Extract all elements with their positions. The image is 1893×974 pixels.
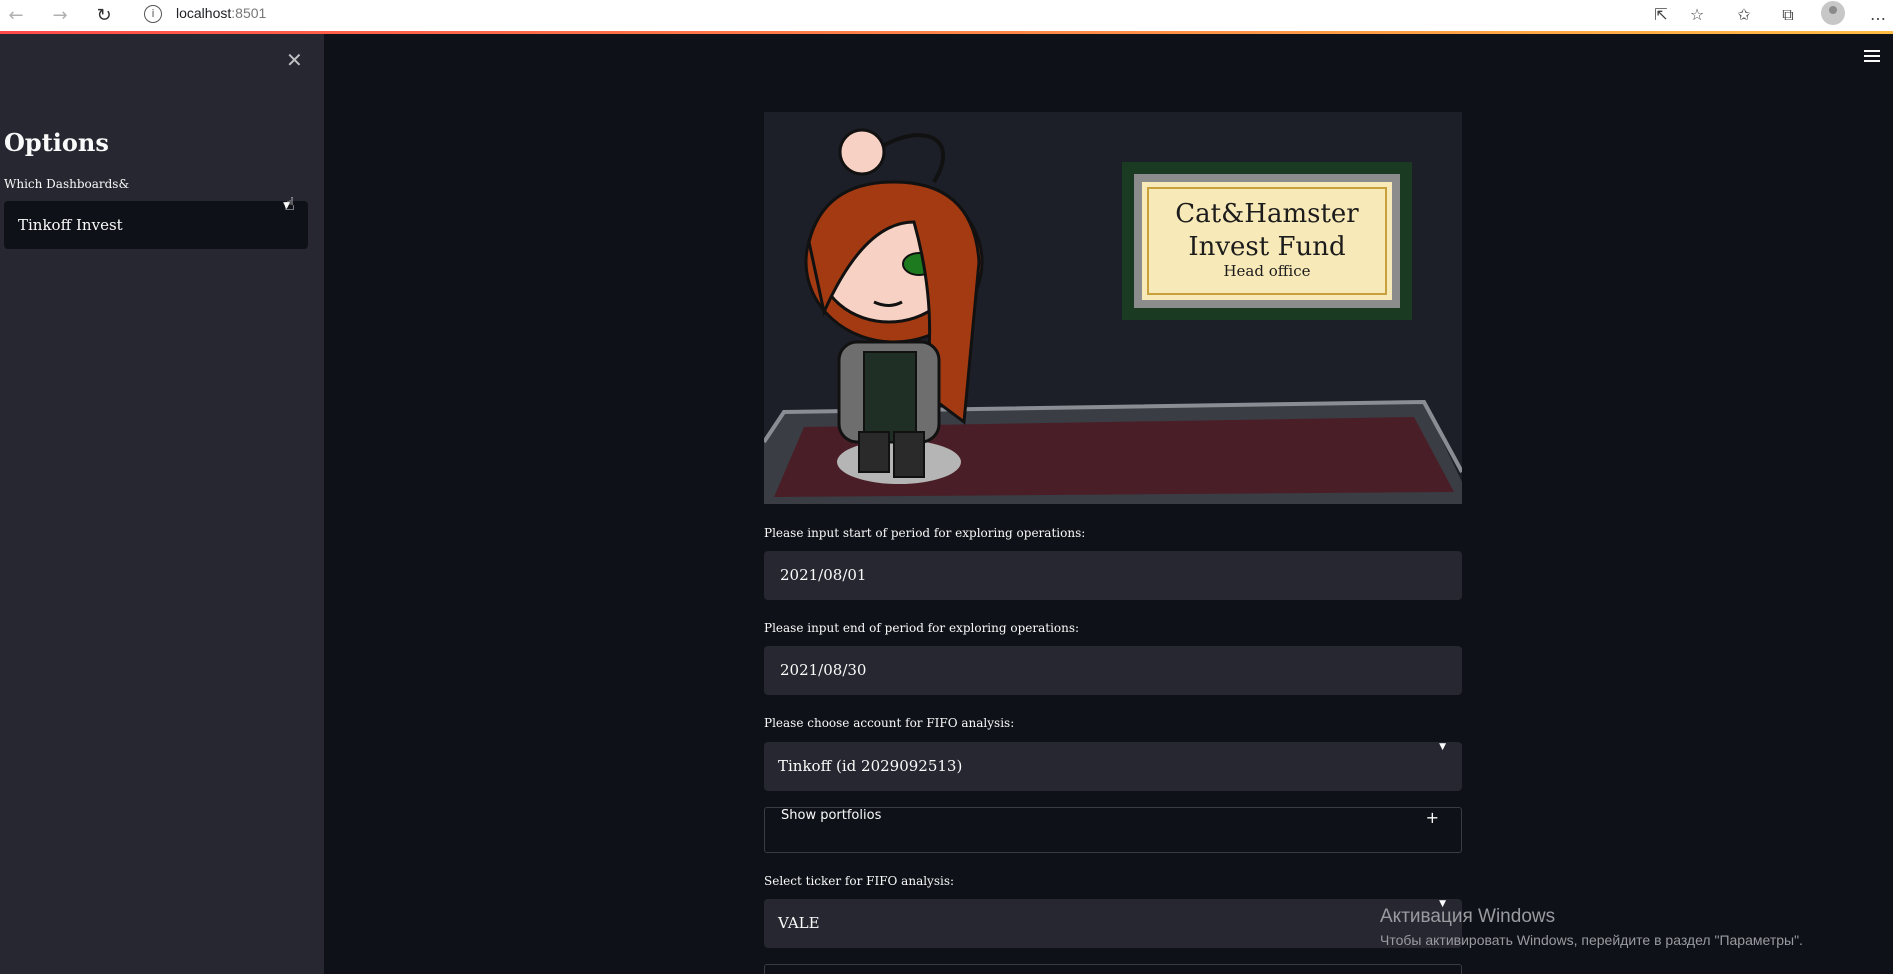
start-date-input[interactable]: 2021/08/01 (764, 551, 1462, 600)
sign-line-1: Cat&Hamster (1175, 199, 1359, 229)
show-portfolios-label: Show portfolios (781, 808, 882, 823)
url-port: :8501 (231, 5, 267, 21)
add-favorite-icon[interactable]: ☆ (1686, 4, 1708, 26)
banner-image: Cat&Hamster Invest Fund Head office (764, 112, 1462, 504)
hamburger-menu-icon[interactable] (1864, 50, 1880, 64)
url-host: localhost (176, 5, 232, 21)
start-date-value: 2021/08/01 (780, 566, 867, 584)
sign-line-3: Head office (1223, 262, 1310, 280)
end-date-value: 2021/08/30 (780, 661, 867, 679)
dashboards-select[interactable]: Tinkoff Invest ▼ (4, 201, 308, 249)
start-date-label: Please input start of period for explori… (764, 526, 1086, 540)
info-icon[interactable]: i (144, 5, 162, 23)
address-bar[interactable]: localhost:8501 (176, 3, 266, 23)
share-icon[interactable]: ⇱ (1650, 4, 1672, 26)
banner-illustration: Cat&Hamster Invest Fund Head office (764, 112, 1462, 504)
end-date-input[interactable]: 2021/08/30 (764, 646, 1462, 695)
next-expander-partial[interactable] (764, 964, 1462, 974)
more-icon[interactable]: … (1867, 4, 1889, 26)
plus-icon: + (1425, 808, 1439, 827)
dashboards-label: Which Dashboards& (4, 177, 130, 191)
favorites-icon[interactable]: ✩ (1733, 4, 1755, 26)
end-date-label: Please input end of period for exploring… (764, 621, 1080, 635)
show-portfolios-expander[interactable]: Show portfolios + (764, 807, 1462, 853)
account-select[interactable]: Tinkoff (id 2029092513) ▼ (764, 742, 1462, 791)
collections-icon[interactable]: ⧉ (1777, 4, 1799, 26)
dashboards-select-value: Tinkoff Invest (18, 216, 123, 234)
sidebar: ✕ Options Which Dashboards& Tinkoff Inve… (0, 34, 324, 974)
sidebar-title: Options (4, 128, 109, 157)
back-icon[interactable]: ← (4, 4, 28, 28)
account-select-value: Tinkoff (id 2029092513) (778, 757, 963, 775)
activation-watermark-subtitle: Чтобы активировать Windows, перейдите в … (1380, 932, 1803, 948)
account-label: Please choose account for FIFO analysis: (764, 716, 1015, 730)
ticker-select-value: VALE (778, 914, 820, 932)
activation-watermark-title: Активация Windows (1380, 906, 1556, 927)
close-icon[interactable]: ✕ (286, 48, 303, 72)
sign-line-2: Invest Fund (1188, 232, 1345, 262)
hand-cursor-icon: ☝ (284, 194, 295, 215)
ticker-select[interactable]: VALE ▼ (764, 899, 1462, 948)
profile-avatar[interactable] (1821, 1, 1845, 25)
forward-icon[interactable]: → (48, 4, 72, 28)
browser-toolbar: ← → ↻ i localhost:8501 ⇱ ☆ ✩ ⧉ … (0, 0, 1893, 34)
ticker-label: Select ticker for FIFO analysis: (764, 874, 955, 888)
reload-icon[interactable]: ↻ (92, 4, 116, 28)
chevron-down-icon: ▼ (1439, 742, 1446, 752)
